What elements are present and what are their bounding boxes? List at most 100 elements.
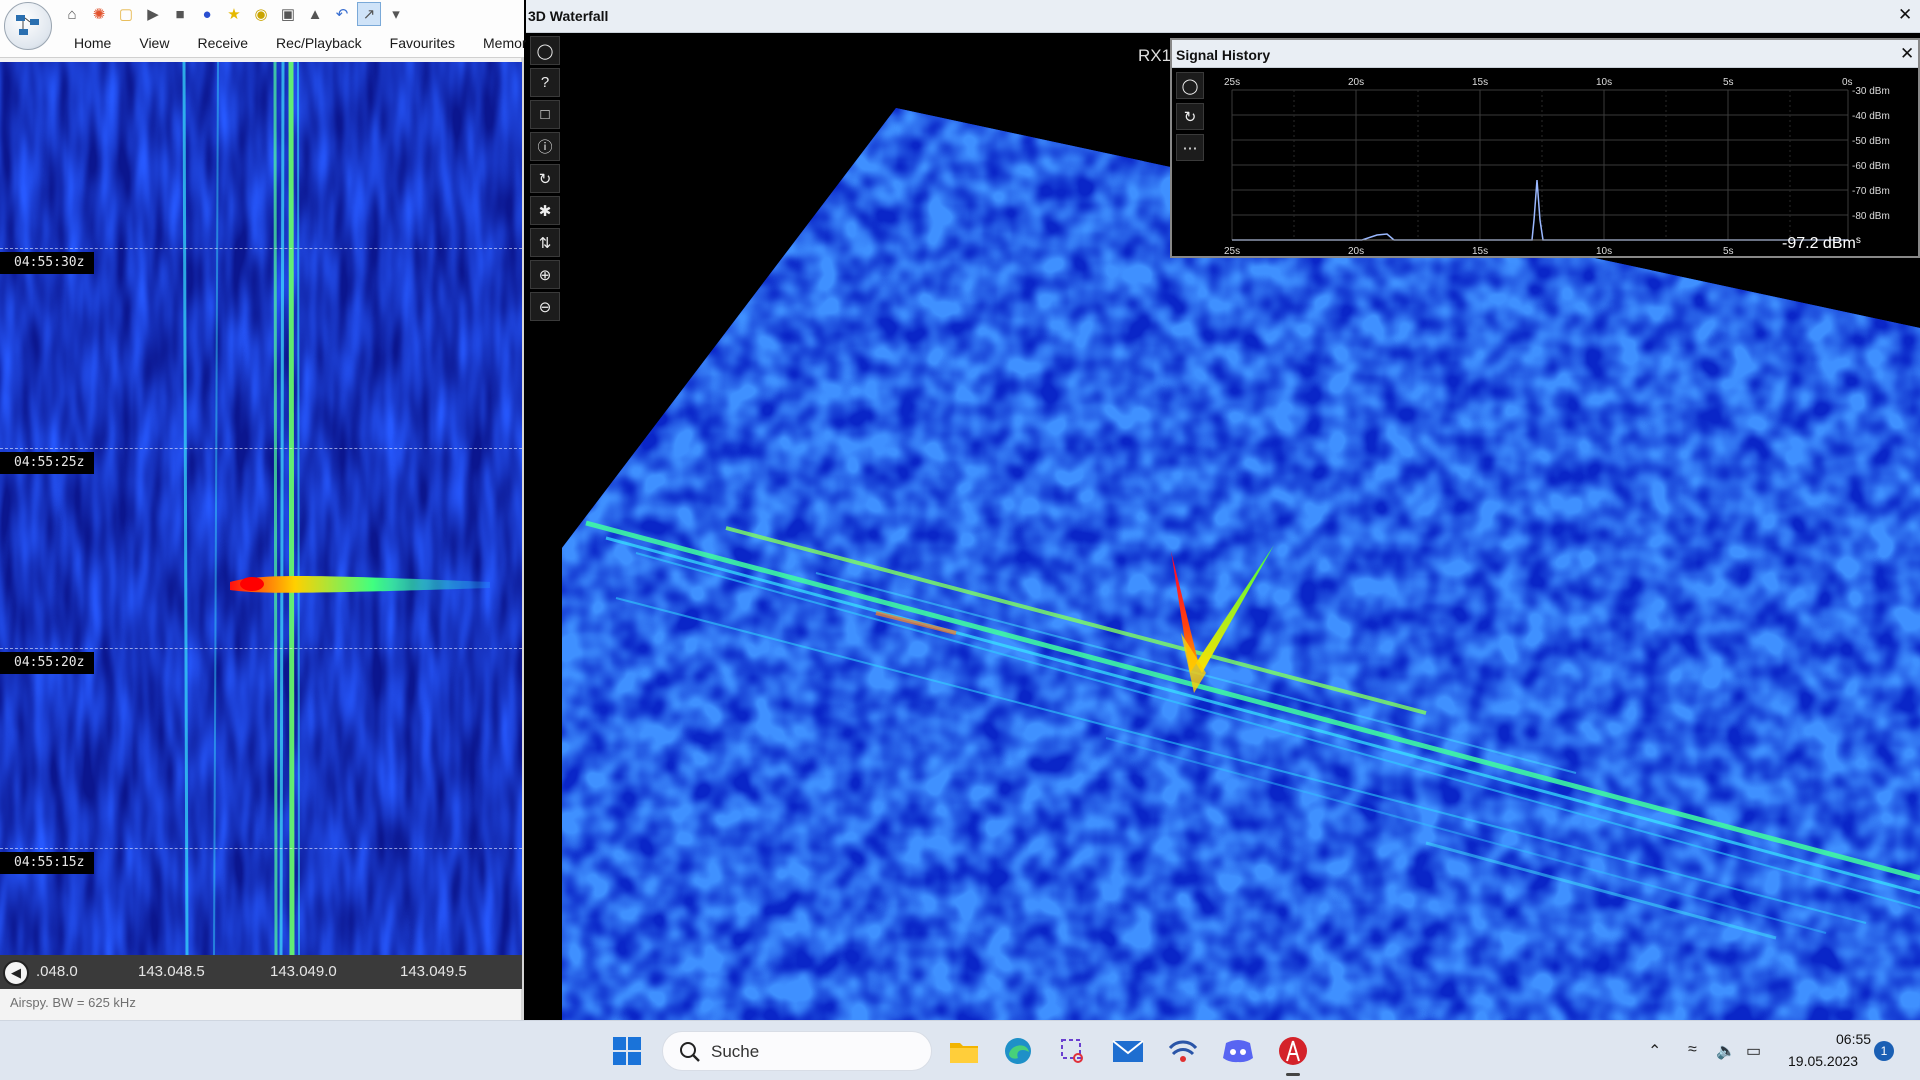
current-signal-value: -97.2 dBms bbox=[1782, 235, 1861, 253]
record-icon[interactable]: ● bbox=[195, 2, 219, 26]
time-gridline bbox=[0, 648, 522, 649]
info-icon[interactable]: ⓘ bbox=[530, 132, 560, 161]
dbm-tick-label: -40 dBm bbox=[1852, 111, 1890, 122]
close-icon[interactable]: ✕ bbox=[1900, 44, 1914, 64]
frequency-axis[interactable]: ◀ .048.0 143.048.5 143.049.0 143.049.5 bbox=[0, 955, 522, 989]
tab-rec-playback[interactable]: Rec/Playback bbox=[262, 35, 376, 51]
antenna-icon[interactable]: ▲ bbox=[303, 2, 327, 26]
clock-time[interactable]: 06:55 bbox=[1836, 1031, 1871, 1047]
windows-taskbar: Suche ⌃ ≈ 🔈 ▭ 06:55 19.05.2023 1 bbox=[0, 1020, 1920, 1080]
time-tick-label: 5s bbox=[1723, 246, 1734, 257]
waterfall-3d-toolbar: ◯ ? □ ⓘ ↻ ✱ ⇅ ⊕ ⊖ bbox=[530, 36, 560, 321]
status-bar-text: Airspy. BW = 625 kHz bbox=[10, 995, 136, 1010]
active-app-indicator bbox=[1286, 1073, 1300, 1076]
time-gridline bbox=[0, 448, 522, 449]
swap-vertical-icon[interactable]: ⇅ bbox=[530, 228, 560, 257]
waterfall-3d-titlebar: 3D Waterfall ✕ bbox=[526, 0, 1920, 33]
circle-icon[interactable]: ◯ bbox=[530, 36, 560, 65]
file-explorer-icon[interactable] bbox=[946, 1033, 982, 1069]
time-tick-label: 25s bbox=[1224, 246, 1240, 257]
camera-icon[interactable]: ▣ bbox=[276, 2, 300, 26]
dbm-tick-label: -60 dBm bbox=[1852, 161, 1890, 172]
time-unit-suffix: s bbox=[1855, 235, 1861, 246]
app-menu-button[interactable] bbox=[4, 2, 52, 50]
edge-browser-icon[interactable] bbox=[1000, 1033, 1036, 1069]
refresh-icon[interactable]: ↻ bbox=[1176, 103, 1204, 130]
app-icon[interactable] bbox=[1165, 1033, 1201, 1069]
dbm-tick-label: -30 dBm bbox=[1852, 86, 1890, 97]
discord-icon[interactable] bbox=[1220, 1033, 1256, 1069]
time-tick-label: 0s bbox=[1842, 77, 1853, 88]
time-label: 04:55:25z bbox=[0, 452, 95, 474]
quick-access-toolbar: ⌂ ✺ ▢ ▶ ■ ● ★ ◉ ▣ ▲ ↶ ↗ ▾ bbox=[0, 0, 524, 28]
time-label: 04:55:30z bbox=[0, 252, 95, 274]
time-tick-label: 15s bbox=[1472, 77, 1488, 88]
tab-favourites[interactable]: Favourites bbox=[376, 35, 469, 51]
volume-icon[interactable]: 🔈 bbox=[1716, 1041, 1736, 1061]
sun-icon[interactable]: ✱ bbox=[530, 196, 560, 225]
windows-logo-icon bbox=[613, 1037, 641, 1065]
play-icon[interactable]: ▶ bbox=[141, 2, 165, 26]
start-button[interactable] bbox=[609, 1033, 645, 1069]
clock-date[interactable]: 19.05.2023 bbox=[1788, 1053, 1858, 1069]
star-icon[interactable]: ★ bbox=[222, 2, 246, 26]
tab-home[interactable]: Home bbox=[60, 35, 125, 51]
lifebuoy-icon[interactable]: ✺ bbox=[87, 2, 111, 26]
app-logo-icon bbox=[16, 15, 39, 35]
signal-history-plot: 25s 20s 15s 10s 5s 0s 25s 20s 15s 10s 5s… bbox=[1224, 77, 1890, 257]
tab-receive[interactable]: Receive bbox=[183, 35, 262, 51]
notification-badge[interactable]: 1 bbox=[1874, 1041, 1894, 1061]
time-tick-label: 5s bbox=[1723, 77, 1734, 88]
lock-icon[interactable]: ◉ bbox=[249, 2, 273, 26]
stop-icon[interactable]: ■ bbox=[168, 2, 192, 26]
close-icon[interactable]: ✕ bbox=[1898, 5, 1912, 25]
undo-icon[interactable]: ↶ bbox=[330, 2, 354, 26]
square-icon[interactable]: □ bbox=[530, 100, 560, 129]
time-tick-label: 10s bbox=[1596, 77, 1612, 88]
customize-dropdown-icon[interactable]: ▾ bbox=[384, 2, 408, 26]
time-tick-label: 10s bbox=[1596, 246, 1612, 257]
dbm-tick-label: -50 dBm bbox=[1852, 136, 1890, 147]
ribbon-tabs: Home View Receive Rec/Playback Favourite… bbox=[0, 28, 544, 58]
battery-icon[interactable]: ▭ bbox=[1746, 1041, 1761, 1061]
time-label: 04:55:20z bbox=[0, 652, 95, 674]
search-placeholder: Suche bbox=[711, 1042, 760, 1061]
signal-history-titlebar: Signal History ✕ bbox=[1172, 40, 1918, 68]
zoom-out-icon[interactable]: ⊖ bbox=[530, 292, 560, 321]
home-icon[interactable]: ⌂ bbox=[60, 2, 84, 26]
more-icon[interactable]: ⋯ bbox=[1176, 134, 1204, 161]
waterfall-3d-title: 3D Waterfall bbox=[528, 8, 609, 24]
circle-icon[interactable]: ◯ bbox=[1176, 72, 1204, 99]
frequency-label: .048.0 bbox=[36, 963, 78, 980]
axis-options-button[interactable]: ◀ bbox=[3, 960, 29, 986]
search-icon bbox=[680, 1042, 700, 1062]
time-tick-label: 20s bbox=[1348, 246, 1364, 257]
chevron-up-icon[interactable]: ⌃ bbox=[1648, 1041, 1661, 1061]
waterfall-2d-image bbox=[0, 62, 522, 955]
time-label: 04:55:15z bbox=[0, 852, 95, 874]
frequency-label: 143.048.5 bbox=[138, 963, 205, 980]
time-gridline bbox=[0, 848, 522, 849]
sdr-console-taskbar-icon[interactable] bbox=[1275, 1033, 1311, 1069]
wifi-icon[interactable]: ≈ bbox=[1688, 1041, 1697, 1059]
snipping-tool-icon[interactable] bbox=[1055, 1033, 1091, 1069]
dbm-tick-label: -70 dBm bbox=[1852, 186, 1890, 197]
rotate-icon[interactable]: ↻ bbox=[530, 164, 560, 193]
time-tick-label: 25s bbox=[1224, 77, 1240, 88]
time-tick-label: 20s bbox=[1348, 77, 1364, 88]
signal-history-toolbar: ◯ ↻ ⋯ bbox=[1176, 72, 1204, 161]
folder-icon[interactable]: ▢ bbox=[114, 2, 138, 26]
time-gridline bbox=[0, 248, 522, 249]
receiver-label: RX1 bbox=[1138, 46, 1172, 65]
tab-view[interactable]: View bbox=[125, 35, 183, 51]
frequency-label: 143.049.5 bbox=[400, 963, 467, 980]
sdr-main-window: ⌂ ✺ ▢ ▶ ■ ● ★ ◉ ▣ ▲ ↶ ↗ ▾ Home View Rece… bbox=[0, 0, 544, 1020]
dbm-tick-label: -80 dBm bbox=[1852, 211, 1890, 222]
taskbar-search[interactable]: Suche bbox=[662, 1031, 932, 1071]
graph-icon[interactable]: ↗ bbox=[357, 2, 381, 26]
help-icon[interactable]: ? bbox=[530, 68, 560, 97]
zoom-in-icon[interactable]: ⊕ bbox=[530, 260, 560, 289]
current-signal-dbm: -97.2 dBm bbox=[1782, 235, 1856, 252]
mail-icon[interactable] bbox=[1110, 1033, 1146, 1069]
waterfall-2d-display[interactable]: 04:55:30z 04:55:25z 04:55:20z 04:55:15z bbox=[0, 62, 522, 955]
